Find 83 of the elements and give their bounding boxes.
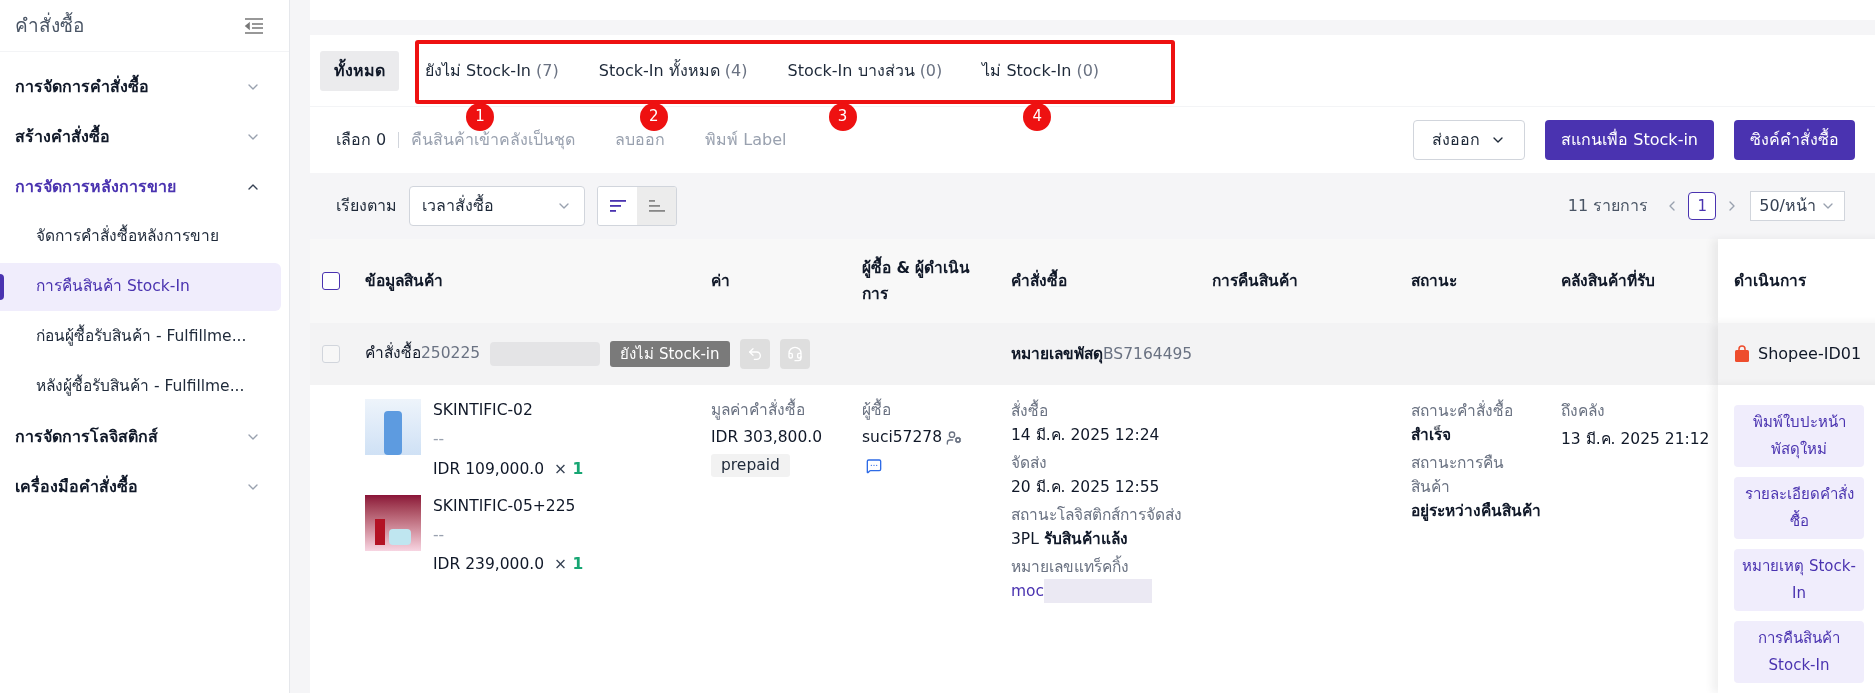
page-size-dropdown[interactable]: 50/หน้า: [1750, 191, 1845, 221]
scan-stock-in-button[interactable]: สแกนเพื่อ Stock-in: [1545, 120, 1714, 160]
action-button[interactable]: หมายเหตุ Stock-In: [1734, 549, 1864, 611]
quantity: × 1: [554, 458, 584, 480]
sidebar-group[interactable]: การจัดการหลังการขาย: [0, 162, 289, 212]
sidebar-item[interactable]: การคืนสินค้า Stock-In: [0, 263, 281, 311]
active-indicator: [0, 274, 4, 300]
sidebar-group[interactable]: การจัดการโลจิสติกส์: [0, 412, 289, 462]
field-value: 3PL รับสินค้าแล้ง: [1011, 529, 1129, 550]
field-value: 14 มี.ค. 2025 12:24: [1011, 425, 1161, 446]
payment-tag: prepaid: [711, 453, 790, 477]
field-label: มูลค่าคำสั่งซื้อ: [711, 399, 805, 423]
sidebar-item[interactable]: จัดการคำสั่งซื้อหลังการขาย: [0, 213, 281, 261]
row-checkbox[interactable]: [322, 345, 340, 363]
product-name: SKINTIFIC-02: [433, 400, 534, 421]
column-header: สถานะ: [1411, 271, 1457, 292]
column-header: การคืนสินค้า: [1212, 271, 1298, 292]
product-photo-placeholder: [365, 494, 421, 551]
field-value: อยู่ระหว่างคืนสินค้า: [1411, 501, 1541, 523]
status-badge: ยังไม่ Stock-in: [610, 341, 730, 367]
sidebar-group[interactable]: การจัดการคำสั่งซื้อ: [0, 62, 289, 112]
sort-lines-icon: [608, 199, 627, 213]
column-header: ผู้ซื้อ & ผู้ดำเนินการ: [862, 255, 991, 307]
field-label: สั่งซื้อ: [1011, 399, 1192, 423]
step-marker: 4: [1023, 102, 1052, 131]
step-marker: 1: [466, 102, 494, 131]
order-number: คำสั่งซื้อ250225: [365, 342, 481, 366]
sidebar-group[interactable]: เครื่องมือคำสั่งซื้อ: [0, 462, 289, 512]
step-marker: 3: [828, 102, 857, 131]
column-header: ข้อมูลสินค้า: [365, 271, 443, 293]
column-header: คลังสินค้าที่รับ: [1561, 268, 1655, 294]
product-price: IDR 239,000.0: [433, 554, 545, 576]
store-name: Shopee-ID01: [1758, 343, 1862, 365]
product-variant: --: [433, 429, 446, 451]
action-button[interactable]: การคืนสินค้า Stock-In: [1734, 621, 1864, 683]
select-all-checkbox[interactable]: [322, 272, 340, 290]
filter-tab[interactable]: ทั้งหมด: [320, 50, 399, 91]
order-value: IDR 303,800.0: [711, 427, 823, 449]
page-button[interactable]: 1: [1688, 192, 1717, 220]
action-button[interactable]: พิมพ์ใบปะหน้าพัสดุใหม่: [1734, 405, 1864, 467]
filter-tab[interactable]: ไม่ Stock-In (0): [968, 50, 1114, 91]
column-header: ค่า: [711, 271, 730, 292]
column-header: คำสั่งซื้อ: [1011, 268, 1067, 294]
sort-label: เรียงตาม: [336, 195, 397, 217]
quantity: × 1: [554, 554, 584, 576]
sort-lines-icon: [647, 199, 666, 213]
filter-tab[interactable]: Stock-In บางส่วน (0): [773, 50, 957, 91]
field-label: ถึงคลัง: [1561, 401, 1606, 422]
field-label: หมายเลขแทร็คกิ้ง: [1011, 555, 1192, 579]
filter-tab[interactable]: ยังไม่ Stock-In (7): [411, 50, 573, 91]
field-label: ผู้ซื้อ: [862, 399, 891, 423]
sidebar-title: คำสั่งซื้อ: [15, 11, 84, 39]
user-settings-icon[interactable]: [946, 429, 963, 446]
sort-descending-button[interactable]: [598, 187, 637, 225]
field-value: สำเร็จ: [1411, 424, 1452, 446]
action-button[interactable]: รายละเอียดคำสั่งซื้อ: [1734, 477, 1864, 539]
selected-count: เลือก 0: [336, 129, 387, 151]
collapse-menu-icon[interactable]: [244, 17, 264, 34]
sort-dropdown[interactable]: เวลาสั่งซื้อ: [409, 186, 585, 226]
field-label: จัดส่ง: [1011, 453, 1048, 474]
sidebar-item[interactable]: หลังผู้ซื้อรับสินค้า - Fulfillme...: [0, 363, 281, 411]
product-name: SKINTIFIC-05+225: [433, 495, 577, 517]
field-label: สถานะคำสั่งซื้อ: [1411, 399, 1541, 423]
product-variant: --: [433, 525, 446, 546]
column-header: ดำเนินการ: [1734, 271, 1806, 292]
chat-icon[interactable]: [866, 457, 882, 474]
field-value: 13 มี.ค. 2025 21:12: [1561, 429, 1708, 450]
filter-tab[interactable]: Stock-In ทั้งหมด (4): [584, 50, 762, 91]
field-label: สถานะโลจิสติกส์การจัดส่ง: [1011, 505, 1183, 526]
field-label: สถานะการคืนสินค้า: [1411, 453, 1505, 498]
export-dropdown[interactable]: ส่งออก: [1413, 120, 1526, 160]
field-value: 20 มี.ค. 2025 12:55: [1011, 477, 1161, 498]
tracking-number: หมายเลขพัสดุBS7164495: [1011, 344, 1193, 363]
sync-orders-button[interactable]: ซิงค์คำสั่งซื้อ: [1734, 120, 1855, 160]
sidebar-item[interactable]: ก่อนผู้ซื้อรับสินค้า - Fulfillme...: [0, 313, 281, 361]
buyer-name: suci57278: [862, 427, 943, 449]
tracking-link[interactable]: moc: [1011, 579, 1045, 603]
product-photo-placeholder: [365, 399, 421, 455]
shopping-bag-icon: [1734, 345, 1750, 363]
product-price: IDR 109,000.0: [433, 458, 545, 480]
total-count: 11 รายการ: [1567, 195, 1649, 217]
step-marker: 2: [639, 102, 668, 131]
sidebar-group[interactable]: สร้างคำสั่งซื้อ: [0, 112, 289, 162]
